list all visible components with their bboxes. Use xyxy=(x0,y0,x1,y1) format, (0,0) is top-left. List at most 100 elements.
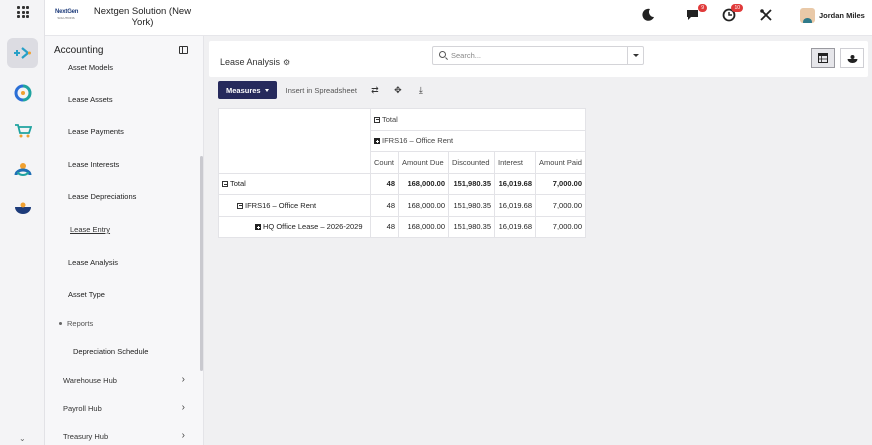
sidebar-item-depreciation-schedule[interactable]: Depreciation Schedule xyxy=(73,347,148,356)
search-options-toggle[interactable] xyxy=(627,47,643,64)
top-header: NextGen SOLUTIONS Nextgen Solution (New … xyxy=(45,0,872,36)
rail-app-accounting[interactable] xyxy=(7,38,38,68)
table-cell[interactable]: 16,019.68 xyxy=(494,215,536,238)
sidebar-item-lease-interests[interactable]: Lease Interests xyxy=(68,160,119,169)
gear-icon[interactable]: ⚙ xyxy=(283,58,290,67)
pivot-view-button[interactable] xyxy=(811,48,835,68)
table-cell[interactable]: 168,000.00 xyxy=(398,172,449,195)
caret-down-icon xyxy=(264,88,269,92)
sidebar-item-asset-type[interactable]: Asset Type xyxy=(68,290,105,299)
rail-app-2[interactable] xyxy=(7,78,38,108)
chat-icon[interactable]: 9 xyxy=(686,4,707,22)
avatar xyxy=(800,8,815,23)
main-content: Lease Analysis⚙ Measures Insert in Sprea… xyxy=(205,36,872,445)
people-app-icon xyxy=(14,163,31,176)
pivot-col-group-header[interactable]: IFRS16 – Office Rent xyxy=(370,129,586,152)
table-row: Total 48 168,000.00 151,980.35 16,019.68… xyxy=(218,172,586,195)
sidebar-item-lease-assets[interactable]: Lease Assets xyxy=(68,95,113,104)
expand-icon[interactable]: ✥ xyxy=(393,85,403,96)
sidebar-header: Accounting xyxy=(45,36,200,59)
rail-app-3[interactable] xyxy=(7,116,38,146)
search-box xyxy=(432,46,644,65)
table-cell[interactable]: 48 xyxy=(370,172,399,195)
measure-header-amount-paid[interactable]: Amount Paid xyxy=(535,151,586,174)
chevron-right-icon: › xyxy=(181,402,185,413)
table-row: HQ Office Lease – 2026-2029 48 168,000.0… xyxy=(218,215,586,238)
sidebar-item-lease-entry[interactable]: Lease Entry xyxy=(70,225,110,234)
bullet-icon xyxy=(59,322,62,325)
accounting-app-icon xyxy=(13,47,31,59)
sidebar-toggle-icon[interactable] xyxy=(179,46,188,54)
table-cell[interactable]: 16,019.68 xyxy=(494,172,536,195)
table-cell[interactable]: 48 xyxy=(370,194,399,217)
table-cell[interactable]: 168,000.00 xyxy=(398,215,449,238)
pivot-view-icon xyxy=(818,53,828,63)
collapse-icon xyxy=(237,202,243,209)
table-cell[interactable]: 7,000.00 xyxy=(535,215,586,238)
user-name: Jordan Miles xyxy=(819,11,865,20)
search-input[interactable] xyxy=(451,49,621,62)
tools-icon[interactable] xyxy=(759,8,773,22)
row-header-hq-office-lease[interactable]: HQ Office Lease – 2026-2029 xyxy=(218,215,371,238)
graph-view-button[interactable] xyxy=(840,48,864,68)
chevron-right-icon: › xyxy=(181,430,185,441)
table-row: IFRS16 – Office Rent 48 168,000.00 151,9… xyxy=(218,194,586,217)
bowl-app-icon xyxy=(14,202,31,214)
rail-app-4[interactable] xyxy=(7,155,38,185)
table-cell[interactable]: 7,000.00 xyxy=(535,172,586,195)
hub-app-icon xyxy=(14,84,31,102)
chevron-down-icon[interactable]: ⌄ xyxy=(19,434,26,443)
user-menu[interactable]: Jordan Miles xyxy=(800,8,865,23)
measures-button[interactable]: Measures xyxy=(218,81,277,99)
graph-view-icon xyxy=(847,55,857,63)
activity-icon[interactable]: 10 xyxy=(722,4,743,22)
collapse-icon xyxy=(222,181,228,188)
sidebar-hub-treasury[interactable]: Treasury Hub › xyxy=(63,430,185,442)
sidebar: Accounting Asset Models Lease Assets Lea… xyxy=(45,36,204,445)
sidebar-item-lease-depreciations[interactable]: Lease Depreciations xyxy=(68,192,136,201)
search-icon xyxy=(439,51,446,58)
row-header-ifrs16[interactable]: IFRS16 – Office Rent xyxy=(218,194,371,217)
measure-header-count[interactable]: Count xyxy=(370,151,399,174)
table-cell[interactable]: 151,980.35 xyxy=(448,172,495,195)
pivot-header-row: Total xyxy=(218,108,586,174)
apps-grid-icon[interactable] xyxy=(17,6,29,18)
pivot-col-total-header[interactable]: Total xyxy=(370,108,586,131)
measure-header-amount-due[interactable]: Amount Due xyxy=(398,151,449,174)
sidebar-hub-payroll[interactable]: Payroll Hub › xyxy=(63,402,185,414)
table-cell[interactable]: 151,980.35 xyxy=(448,194,495,217)
table-cell[interactable]: 16,019.68 xyxy=(494,194,536,217)
sidebar-item-asset-models[interactable]: Asset Models xyxy=(68,63,113,72)
measure-header-interest[interactable]: Interest xyxy=(494,151,536,174)
table-cell[interactable]: 168,000.00 xyxy=(398,194,449,217)
rail-app-5[interactable] xyxy=(7,193,38,223)
table-cell[interactable]: 48 xyxy=(370,215,399,238)
page-title: Lease Analysis ⚙ xyxy=(220,57,291,67)
sidebar-scrollbar[interactable] xyxy=(200,156,203,371)
table-cell[interactable]: 151,980.35 xyxy=(448,215,495,238)
download-icon[interactable]: ⤓ xyxy=(416,85,426,96)
measure-header-discounted[interactable]: Discounted xyxy=(448,151,495,174)
sidebar-title: Accounting xyxy=(54,45,104,56)
reports-label: Reports xyxy=(67,319,94,328)
pivot-table: Total IFRS16 – Office Rent Count Amount … xyxy=(218,108,586,238)
company-name[interactable]: Nextgen Solution (New York) xyxy=(90,6,195,28)
expand-plus-icon xyxy=(374,138,380,145)
moon-icon[interactable] xyxy=(641,8,655,22)
swap-icon[interactable]: ⇄ xyxy=(370,85,380,96)
sidebar-item-lease-payments[interactable]: Lease Payments xyxy=(68,127,124,136)
insert-spreadsheet-button[interactable]: Insert in Spreadsheet xyxy=(286,86,357,95)
chat-badge: 9 xyxy=(698,4,707,12)
pivot-corner xyxy=(218,108,371,174)
cart-app-icon xyxy=(14,124,32,138)
table-cell[interactable]: 7,000.00 xyxy=(535,194,586,217)
expand-plus-icon xyxy=(255,224,261,231)
sidebar-hub-warehouse[interactable]: Warehouse Hub › xyxy=(63,374,185,386)
company-logo: NextGen SOLUTIONS xyxy=(55,9,79,20)
sidebar-section-reports[interactable]: Reports xyxy=(59,319,93,328)
collapse-icon xyxy=(374,116,380,123)
sidebar-item-lease-analysis[interactable]: Lease Analysis xyxy=(68,258,118,267)
chevron-right-icon: › xyxy=(181,374,185,385)
row-header-total[interactable]: Total xyxy=(218,172,371,195)
activity-badge: 10 xyxy=(731,4,743,12)
